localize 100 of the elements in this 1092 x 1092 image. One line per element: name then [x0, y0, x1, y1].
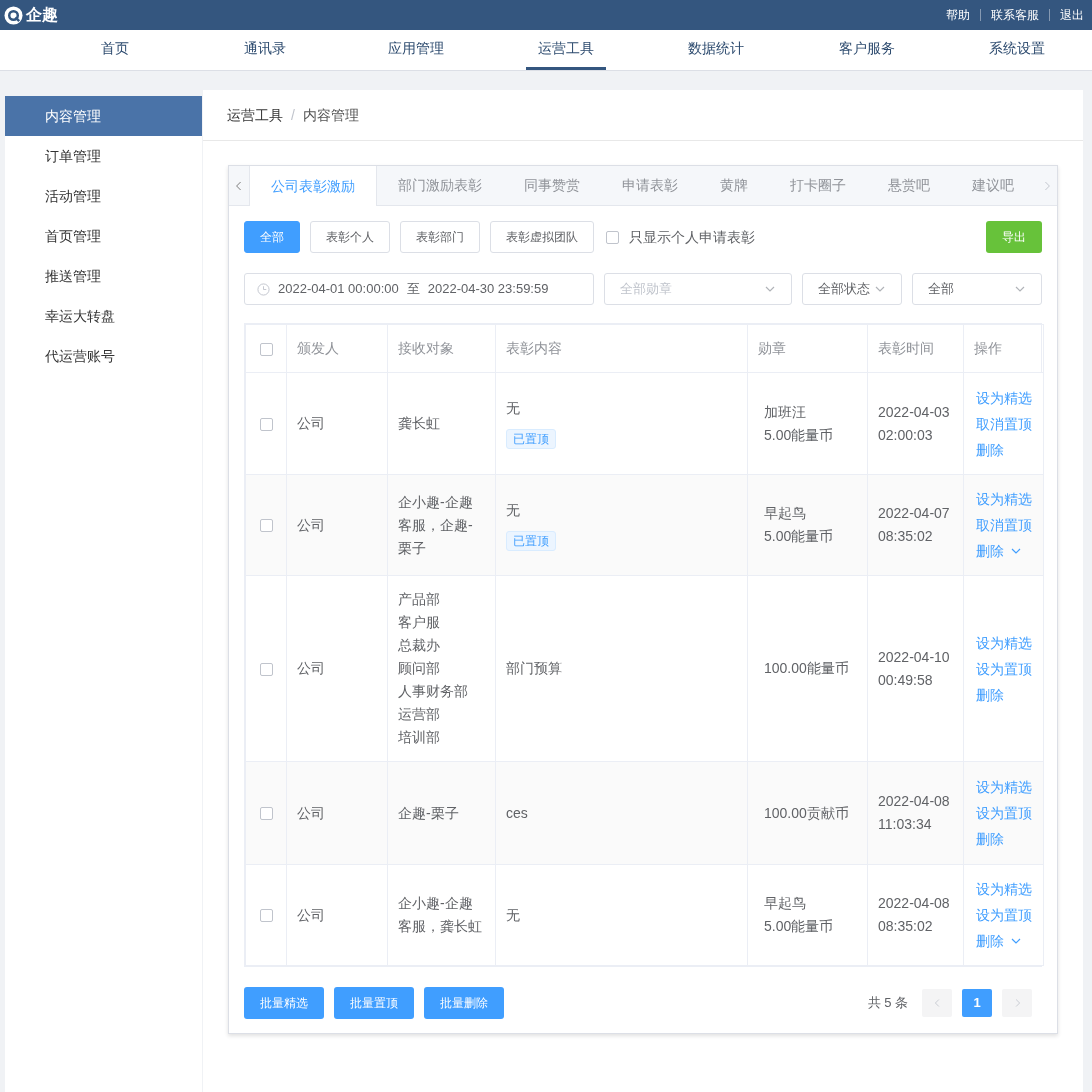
filter-button[interactable]: 表彰个人	[310, 221, 390, 253]
action-link[interactable]: 设为精选	[976, 384, 1032, 411]
table-cell-text: 企小趣-企趣 客服，企趣- 栗子	[398, 492, 474, 558]
next-page-button[interactable]	[1002, 989, 1032, 1017]
action-link[interactable]: 设为置顶	[976, 800, 1032, 826]
chevron-left-icon[interactable]	[235, 179, 243, 192]
breadcrumb-item[interactable]: 内容管理	[302, 104, 359, 126]
column-header: 表彰时间	[878, 340, 934, 356]
table-cell-text: 2022-04-07 08:35:02	[878, 504, 951, 546]
table-cell-text: 公司	[297, 803, 326, 823]
action-link[interactable]: 取消置顶	[976, 512, 1032, 538]
checkbox[interactable]	[259, 807, 273, 821]
tab[interactable]: 公司表彰激励	[249, 166, 377, 206]
table-cell-text: 部门预算	[506, 659, 563, 678]
page-button[interactable]: 1	[962, 989, 992, 1017]
tab[interactable]: 悬赏吧	[867, 166, 951, 205]
action-link[interactable]: 设为精选	[976, 486, 1032, 512]
tab[interactable]: 打卡圈子	[769, 166, 867, 205]
checkbox[interactable]	[259, 662, 273, 676]
nav-tab[interactable]: 系统设置	[976, 30, 1057, 70]
column-header: 表彰内容	[506, 340, 562, 356]
sidebar-item[interactable]: 订单管理	[5, 136, 202, 176]
export-button[interactable]: 导出	[986, 221, 1042, 253]
checkbox[interactable]	[259, 417, 273, 431]
table-cell-text: 公司	[297, 515, 326, 535]
batch-button[interactable]: 批量置顶	[334, 987, 414, 1019]
checkbox[interactable]	[259, 342, 273, 356]
table-cell-text: 2022-04-08 11:03:34	[878, 792, 951, 834]
nav-tab[interactable]: 客户服务	[826, 30, 907, 70]
filter-button[interactable]: 表彰部门	[400, 221, 480, 253]
table-cell-text: 早起鸟 5.00能量币	[764, 894, 835, 936]
tab[interactable]: 黄牌	[699, 166, 769, 205]
tab[interactable]: 同事赞赏	[503, 166, 601, 205]
table-cell-text: 企小趣-企趣 客服，龚长虹	[398, 894, 483, 936]
chevron-right-icon[interactable]	[1043, 179, 1051, 192]
sidebar-item[interactable]: 活动管理	[5, 176, 202, 216]
action-link[interactable]: 设为精选	[976, 876, 1032, 902]
batch-button[interactable]: 批量删除	[424, 987, 504, 1019]
table-cell-text: 2022-04-10 00:49:58	[878, 647, 951, 690]
total-count: 共 5 条	[867, 994, 908, 1013]
action-link[interactable]: 删除	[976, 928, 1022, 954]
select-field[interactable]: 全部	[912, 273, 1042, 305]
action-link[interactable]: 删除	[976, 826, 1004, 852]
filter-button[interactable]: 表彰虚拟团队	[490, 221, 594, 253]
select-field[interactable]: 全部勋章	[604, 273, 792, 305]
table-cell-text: 100.00贡献币	[764, 803, 850, 823]
header-link[interactable]: 帮助	[946, 6, 970, 24]
pinned-tag: 已置顶	[506, 429, 556, 449]
action-link[interactable]: 删除	[976, 436, 1004, 463]
table-cell-text: 加班汪 5.00能量币	[764, 402, 835, 445]
table-cell-text: 无	[506, 399, 521, 418]
nav-tab[interactable]: 数据统计	[676, 30, 757, 70]
header-link[interactable]: 退出	[1060, 6, 1084, 24]
table-cell-text: 产品部 客户服 总裁办 顾问部 人事财务部 运营部 培训部	[398, 590, 469, 747]
table-cell-text: 早起鸟 5.00能量币	[764, 504, 835, 546]
pinned-tag: 已置顶	[506, 530, 556, 551]
action-link[interactable]: 设为精选	[976, 774, 1032, 800]
filter-button[interactable]: 全部	[244, 221, 300, 253]
nav-tab[interactable]: 首页	[89, 30, 142, 70]
action-link[interactable]: 删除	[976, 681, 1004, 708]
header-link[interactable]: 联系客服	[991, 6, 1039, 24]
batch-button[interactable]: 批量精选	[244, 987, 324, 1019]
chevron-left-icon	[933, 998, 941, 1008]
column-header: 颁发人	[297, 340, 339, 356]
previous-page-button[interactable]	[922, 989, 952, 1017]
nav-tab[interactable]: 运营工具	[526, 30, 606, 70]
tab[interactable]: 部门激励表彰	[377, 166, 503, 205]
tab[interactable]: 申请表彰	[601, 166, 699, 205]
table-cell-text: ces	[506, 803, 529, 823]
tab[interactable]: 建议吧	[951, 166, 1035, 205]
nav-tab[interactable]: 应用管理	[375, 30, 456, 70]
table-cell-text: 公司	[297, 414, 326, 433]
checkbox[interactable]	[606, 230, 619, 244]
table-cell-text: 无	[506, 500, 521, 520]
column-header: 勋章	[758, 340, 786, 356]
clock-icon	[257, 282, 270, 296]
date-range-field[interactable]: 2022-04-01 00:00:00 至 2022-04-30 23:59:59	[244, 273, 594, 305]
action-link[interactable]: 取消置顶	[976, 410, 1032, 437]
table-cell-text: 企趣-栗子	[398, 803, 460, 823]
sidebar-item[interactable]: 推送管理	[5, 256, 202, 296]
nav-tab[interactable]: 通讯录	[232, 30, 299, 70]
action-link[interactable]: 设为置顶	[976, 655, 1032, 682]
action-link[interactable]: 设为置顶	[976, 902, 1032, 928]
sidebar-item[interactable]: 代运营账号	[5, 336, 202, 376]
sidebar-item[interactable]: 首页管理	[5, 216, 202, 256]
action-link[interactable]: 设为精选	[976, 629, 1032, 656]
breadcrumb-item[interactable]: 运营工具	[227, 104, 283, 126]
select-field[interactable]: 全部状态	[802, 273, 902, 305]
checkbox[interactable]	[259, 519, 273, 533]
action-link[interactable]: 删除	[976, 538, 1022, 564]
logo-text: 企趣	[26, 5, 58, 25]
chevron-right-icon	[1013, 998, 1021, 1008]
checkbox-label: 只显示个人申请表彰	[629, 227, 755, 247]
checkbox[interactable]	[259, 909, 273, 923]
table-cell-text: 公司	[297, 659, 326, 678]
column-header: 接收对象	[398, 340, 454, 356]
sidebar-item[interactable]: 幸运大转盘	[5, 296, 202, 336]
table-cell-text: 公司	[297, 905, 326, 925]
table-cell-text: 龚长虹	[398, 414, 441, 433]
sidebar-item[interactable]: 内容管理	[5, 96, 202, 136]
